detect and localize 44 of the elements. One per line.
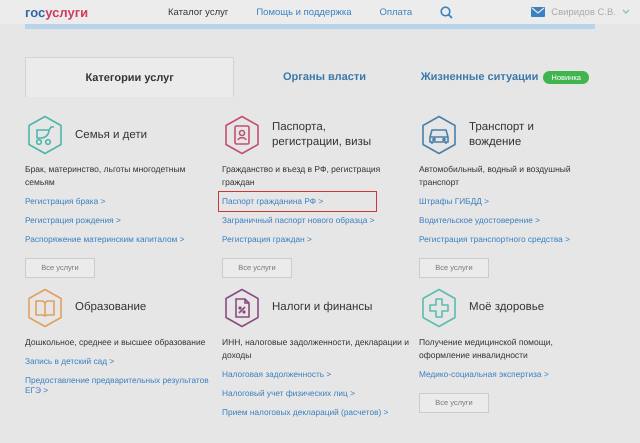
medical-cross-icon[interactable] [419, 288, 459, 328]
category-title[interactable]: Образование [75, 300, 190, 316]
service-link[interactable]: Медико-социальная экспертиза > [419, 368, 549, 381]
service-link[interactable]: Водительское удостоверение > [419, 214, 540, 227]
nav-link[interactable]: Каталог услуг [168, 6, 228, 18]
service-link[interactable]: Регистрация граждан > [222, 232, 312, 246]
service-link[interactable]: Предоставление предварительных результатов ЕГЭ > [25, 374, 212, 398]
service-link[interactable]: Регистрация рождения > [25, 214, 121, 227]
category-description: ИНН, налоговые задолженности, декларации и доходы [222, 336, 409, 362]
mail-icon[interactable] [531, 7, 546, 17]
category-title[interactable]: Налоги и финансы [272, 300, 387, 316]
tab-label[interactable]: Органы власти [282, 71, 366, 83]
service-link[interactable]: Регистрация брака > [25, 195, 106, 208]
chevron-icon[interactable] [622, 9, 630, 15]
category-description: Автомобильный, водный и воздушный транспорт [419, 163, 572, 190]
category-tab[interactable]: Категории услуг [25, 57, 234, 97]
user-name[interactable]: Свиридов С.В. [551, 6, 616, 18]
search-icon[interactable] [440, 6, 454, 18]
car-icon[interactable] [419, 115, 459, 155]
category-title[interactable]: Моё здоровье [469, 300, 584, 316]
service-link[interactable]: Прием налоговых деклараций (расчетов) > [222, 406, 388, 418]
nav-link[interactable]: Оплата [379, 6, 412, 18]
service-link[interactable]: Заграничный паспорт нового образца > [222, 214, 375, 227]
service-link[interactable]: Налоговая задолженность > [222, 368, 332, 381]
category-description: Дошкольное, среднее и высшее образование [25, 336, 206, 349]
nav-link[interactable]: Помощь и поддержка [256, 6, 352, 18]
service-link[interactable]: Запись в детский сад > [25, 354, 114, 368]
category-tab[interactable]: Органы власти [234, 57, 415, 97]
category-title[interactable]: Паспорта, регистрации, визы [272, 120, 387, 150]
passport-icon[interactable] [222, 115, 262, 155]
book-icon[interactable] [25, 288, 65, 328]
category-description: Гражданство и въезд в РФ, регистрация граждан [222, 163, 382, 190]
category-title[interactable]: Транспорт и вождение [469, 120, 584, 150]
category-description: Получение медицинской помощи, оформление инвалидности [419, 336, 554, 362]
category-description: Брак, материнство, льготы многодетным семьям [25, 163, 186, 190]
tab-label[interactable]: Жизненные ситуации [420, 71, 538, 83]
category-title[interactable]: Семья и дети [75, 128, 190, 142]
service-link[interactable]: Налоговый учет физических лиц > [222, 386, 355, 400]
logo[interactable]: госуслуги [25, 4, 168, 20]
document-percent-icon[interactable] [222, 288, 262, 328]
service-link[interactable]: Регистрация транспортного средства > [419, 232, 570, 246]
service-link[interactable]: Штрафы ГИБДД > [419, 195, 490, 208]
tab-label[interactable]: Категории услуг [85, 72, 174, 84]
service-link[interactable]: Распоряжение материнским капиталом > [25, 232, 184, 246]
